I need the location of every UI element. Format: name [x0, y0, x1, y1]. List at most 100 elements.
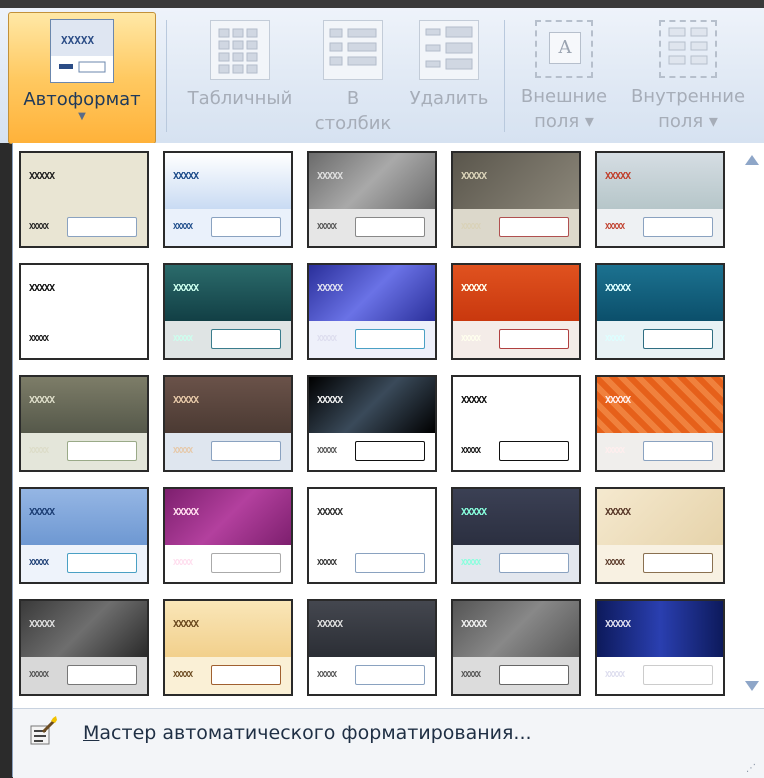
autoformat-style-thumbnail[interactable]: XXXXX XXXXX	[19, 487, 149, 584]
autoformat-style-thumbnail[interactable]: XXXXX XXXXX	[19, 375, 149, 472]
thumbnail-field-placeholder	[643, 217, 713, 237]
thumbnail-title-placeholder: XXXXX	[173, 395, 199, 406]
autoformat-style-thumbnail[interactable]: XXXXX XXXXX	[595, 151, 725, 248]
tabular-layout-icon	[210, 20, 270, 80]
autoformat-icon: XXXXX	[50, 19, 114, 83]
thumbnail-title-placeholder: XXXXX	[605, 507, 631, 518]
outer-margins-letter: A	[549, 32, 581, 64]
thumbnail-body: XXXXX	[453, 321, 579, 358]
inner-margins-button[interactable]: Внутренние поля ▾	[618, 8, 758, 143]
autoformat-style-thumbnail[interactable]: XXXXX XXXXX	[307, 487, 437, 584]
delete-label: Удалить	[409, 88, 489, 109]
thumbnail-header: XXXXX	[21, 153, 147, 209]
ribbon-separator	[166, 20, 167, 132]
autoformat-style-thumbnail[interactable]: XXXXX XXXXX	[451, 487, 581, 584]
thumbnail-field-placeholder	[355, 553, 425, 573]
thumbnail-header: XXXXX	[453, 265, 579, 321]
thumbnail-body: XXXXX	[453, 209, 579, 246]
outer-margins-button[interactable]: A Внешние поля ▾	[512, 8, 616, 143]
thumbnail-field-placeholder	[67, 553, 137, 573]
autoformat-style-thumbnail[interactable]: XXXXX XXXXX	[163, 599, 293, 696]
delete-layout-button[interactable]: Удалить	[402, 8, 496, 143]
thumbnail-label-placeholder: XXXXX	[173, 670, 193, 679]
thumbnail-title-placeholder: XXXXX	[605, 171, 631, 182]
thumbnail-body: XXXXX	[309, 209, 435, 246]
column-label-line1: В	[346, 88, 360, 109]
thumbnail-label-placeholder: XXXXX	[605, 222, 625, 231]
thumbnail-title-placeholder: XXXXX	[173, 507, 199, 518]
ribbon: XXXXX Автоформат ▼ Табличный В столбик У…	[0, 8, 764, 144]
autoformat-style-thumbnail[interactable]: XXXXX XXXXX	[595, 263, 725, 360]
thumbnail-title-placeholder: XXXXX	[29, 395, 55, 406]
thumbnail-title-placeholder: XXXXX	[29, 171, 55, 182]
thumbnail-label-placeholder: XXXXX	[173, 334, 193, 343]
autoformat-style-thumbnail[interactable]: XXXXX XXXXX	[163, 263, 293, 360]
inner-margins-icon	[659, 20, 717, 78]
thumbnail-body: XXXXX	[21, 657, 147, 694]
thumbnail-field-placeholder	[499, 329, 569, 349]
autoformat-style-thumbnail[interactable]: XXXXX XXXXX	[163, 151, 293, 248]
thumbnail-field-placeholder	[67, 329, 137, 349]
thumbnail-body: XXXXX	[309, 433, 435, 470]
tabular-button[interactable]: Табличный	[176, 8, 304, 143]
outer-margins-label-line2: поля ▾	[534, 111, 594, 132]
autoformat-style-thumbnail[interactable]: XXXXX XXXXX	[307, 375, 437, 472]
scroll-down-icon[interactable]	[745, 681, 759, 691]
autoformat-style-thumbnail[interactable]: XXXXX XXXXX	[163, 375, 293, 472]
thumbnail-field-placeholder	[211, 553, 281, 573]
thumbnail-title-placeholder: XXXXX	[173, 619, 199, 630]
autoformat-button[interactable]: XXXXX Автоформат ▼	[8, 12, 156, 144]
thumbnail-field-placeholder	[643, 665, 713, 685]
thumbnail-title-placeholder: XXXXX	[317, 171, 343, 182]
autoformat-style-thumbnail[interactable]: XXXXX XXXXX	[451, 599, 581, 696]
thumbnail-field-placeholder	[211, 441, 281, 461]
autoformat-style-thumbnail[interactable]: XXXXX XXXXX	[595, 599, 725, 696]
thumbnail-header: XXXXX	[309, 377, 435, 433]
thumbnail-title-placeholder: XXXXX	[29, 507, 55, 518]
autoformat-style-thumbnail[interactable]: XXXXX XXXXX	[451, 263, 581, 360]
thumbnail-body: XXXXX	[309, 657, 435, 694]
thumbnail-field-placeholder	[211, 665, 281, 685]
thumbnail-body: XXXXX	[597, 657, 723, 694]
autoformat-style-thumbnail[interactable]: XXXXX XXXXX	[451, 151, 581, 248]
thumbnail-label-placeholder: XXXXX	[29, 222, 49, 231]
thumbnail-body: XXXXX	[309, 545, 435, 582]
thumbnail-field-placeholder	[643, 553, 713, 573]
gallery-scrollbar[interactable]	[739, 143, 764, 703]
autoformat-style-thumbnail[interactable]: XXXXX XXXXX	[595, 487, 725, 584]
thumbnail-body: XXXXX	[597, 209, 723, 246]
autoformat-style-thumbnail[interactable]: XXXXX XXXXX	[595, 375, 725, 472]
column-button[interactable]: В столбик	[306, 8, 400, 143]
thumbnail-body: XXXXX	[453, 433, 579, 470]
outer-margins-icon: A	[535, 20, 593, 78]
thumbnail-field-placeholder	[499, 441, 569, 461]
thumbnail-title-placeholder: XXXXX	[173, 283, 199, 294]
thumbnail-body: XXXXX	[21, 321, 147, 358]
thumbnail-body: XXXXX	[21, 209, 147, 246]
autoformat-wizard-link[interactable]: Мастер автоматического форматирования...	[83, 722, 532, 744]
thumbnail-field-placeholder	[643, 329, 713, 349]
thumbnail-label-placeholder: XXXXX	[605, 558, 625, 567]
autoformat-style-thumbnail[interactable]: XXXXX XXXXX	[451, 375, 581, 472]
autoformat-style-thumbnail[interactable]: XXXXX XXXXX	[307, 151, 437, 248]
wizard-label: астер автоматического форматирования...	[99, 722, 532, 744]
autoformat-style-thumbnail[interactable]: XXXXX XXXXX	[163, 487, 293, 584]
thumbnail-title-placeholder: XXXXX	[461, 171, 487, 182]
thumbnail-title-placeholder: XXXXX	[317, 395, 343, 406]
autoformat-style-thumbnail[interactable]: XXXXX XXXXX	[307, 599, 437, 696]
resize-grip-icon[interactable]: ⋰	[746, 763, 757, 774]
thumbnail-header: XXXXX	[597, 153, 723, 209]
thumbnail-field-placeholder	[67, 217, 137, 237]
scroll-up-icon[interactable]	[745, 155, 759, 165]
tabular-label: Табличный	[187, 88, 293, 109]
thumbnail-header: XXXXX	[597, 489, 723, 545]
thumbnail-header: XXXXX	[165, 153, 291, 209]
autoformat-style-thumbnail[interactable]: XXXXX XXXXX	[19, 151, 149, 248]
autoformat-style-thumbnail[interactable]: XXXXX XXXXX	[19, 263, 149, 360]
autoformat-style-thumbnail[interactable]: XXXXX XXXXX	[307, 263, 437, 360]
delete-layout-icon	[419, 20, 479, 80]
thumbnail-body: XXXXX	[165, 545, 291, 582]
autoformat-style-thumbnail[interactable]: XXXXX XXXXX	[19, 599, 149, 696]
thumbnail-title-placeholder: XXXXX	[605, 395, 631, 406]
thumbnail-header: XXXXX	[21, 489, 147, 545]
